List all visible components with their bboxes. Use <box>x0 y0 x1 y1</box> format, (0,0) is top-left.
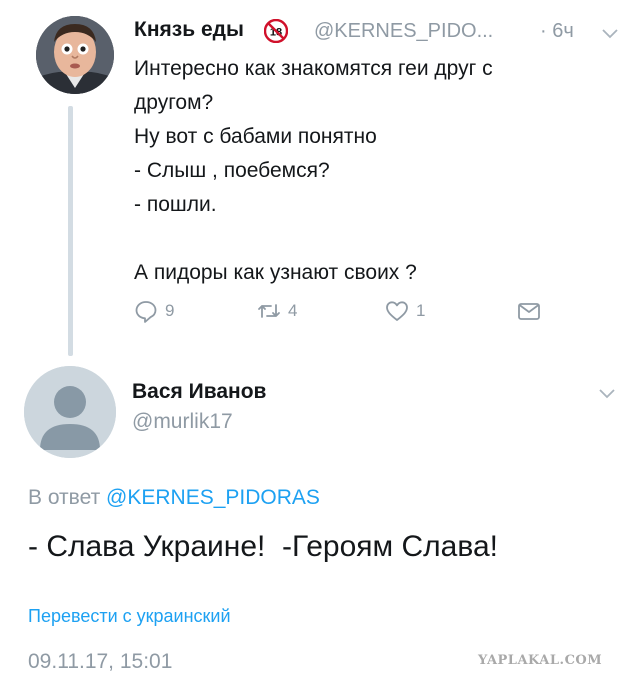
like-count: 1 <box>416 301 426 320</box>
reply-icon <box>135 301 157 323</box>
watermark: YAPLAKAL.COM <box>478 653 603 668</box>
chevron-down-icon[interactable] <box>601 27 619 39</box>
reply-author-name[interactable]: Вася Иванов <box>132 380 266 404</box>
reply-author-handle[interactable]: @murlik17 <box>132 410 233 434</box>
retweet-icon <box>258 304 280 318</box>
author-name[interactable]: Князь еды <box>134 18 244 42</box>
reply-timestamp[interactable]: 09.11.17, 15:01 <box>28 650 172 674</box>
age-18-icon: 18 <box>263 18 289 44</box>
reply-context: В ответ @KERNES_PIDORAS <box>28 486 320 510</box>
like-icon <box>386 301 408 321</box>
thread-connector-line <box>68 106 73 356</box>
reply-button[interactable]: 9 <box>133 296 174 326</box>
reply-author-avatar[interactable] <box>24 366 116 458</box>
retweet-button[interactable]: 4 <box>256 296 297 326</box>
author-avatar[interactable] <box>36 16 114 94</box>
tweet-time[interactable]: · 6ч <box>540 20 574 43</box>
tweet-text: Интересно как знакомятся геи друг с друг… <box>134 57 493 284</box>
author-handle[interactable]: @KERNES_PIDO... <box>314 20 493 43</box>
retweet-count: 4 <box>288 301 298 320</box>
chevron-down-icon[interactable] <box>598 387 616 399</box>
avatar-photo <box>36 16 114 94</box>
reply-to-link[interactable]: @KERNES_PIDORAS <box>106 486 320 509</box>
default-avatar-icon <box>24 366 116 458</box>
message-button[interactable] <box>516 296 542 326</box>
reply-text: - Слава Украине! -Героям Слава! <box>28 530 498 563</box>
reply-count: 9 <box>165 301 175 320</box>
reply-prefix: В ответ <box>28 486 101 509</box>
like-button[interactable]: 1 <box>384 296 425 326</box>
translate-link[interactable]: Перевести с украинский <box>28 606 231 627</box>
message-icon <box>518 303 540 320</box>
